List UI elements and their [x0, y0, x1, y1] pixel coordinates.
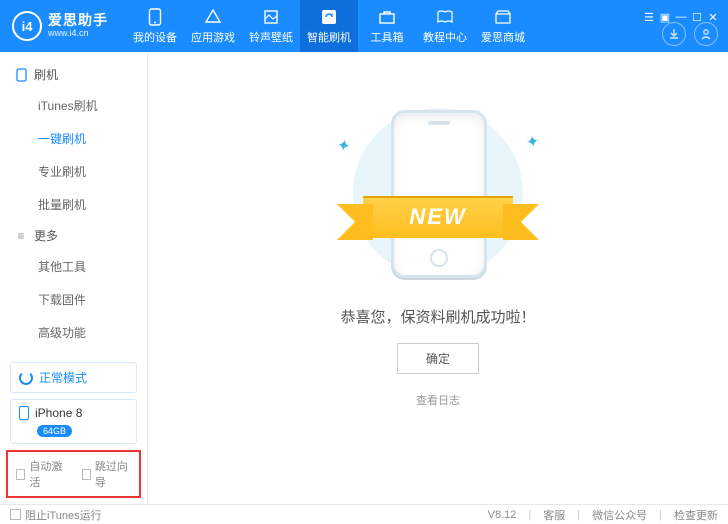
- book-icon: [435, 8, 455, 26]
- device-card[interactable]: iPhone 8 64GB: [10, 399, 137, 444]
- top-nav: 我的设备 应用游戏 铃声壁纸 智能刷机 工具箱 教程中心 爱思商城: [126, 0, 532, 52]
- sparkle-icon: ✦: [335, 135, 352, 157]
- wechat-link[interactable]: 微信公众号: [592, 507, 647, 523]
- sidebar-item-pro-flash[interactable]: 专业刷机: [0, 155, 147, 188]
- sidebar-group-more[interactable]: ≡ 更多: [0, 221, 147, 250]
- checkbox-icon: [16, 469, 25, 480]
- menu-icon[interactable]: ☰: [642, 11, 656, 23]
- device-name: iPhone 8: [35, 406, 82, 420]
- brand-text: 爱思助手 www.i4.cn: [48, 13, 108, 38]
- mode-label: 正常模式: [39, 369, 87, 386]
- nav-smart-flash[interactable]: 智能刷机: [300, 0, 358, 52]
- ribbon-text: NEW: [409, 204, 466, 230]
- view-log-link[interactable]: 查看日志: [416, 392, 460, 408]
- logo[interactable]: i4 爱思助手 www.i4.cn: [12, 11, 108, 41]
- sidebar-group-flash[interactable]: 刷机: [0, 60, 147, 89]
- toolbox-icon: [377, 8, 397, 26]
- nav-label: 铃声壁纸: [249, 29, 293, 45]
- check-update-link[interactable]: 检查更新: [674, 507, 718, 523]
- flash-icon: [319, 8, 339, 26]
- device-mode[interactable]: 正常模式: [10, 362, 137, 393]
- group-label: 更多: [34, 227, 58, 244]
- download-icon[interactable]: [662, 22, 686, 46]
- sidebar-item-itunes-flash[interactable]: iTunes刷机: [0, 89, 147, 122]
- sidebar-item-batch-flash[interactable]: 批量刷机: [0, 188, 147, 221]
- logo-icon: i4: [12, 11, 42, 41]
- nav-label: 爱思商城: [481, 29, 525, 45]
- options-highlight: 自动激活 跳过向导: [6, 450, 141, 498]
- success-message: 恭喜您，保资料刷机成功啦！: [340, 306, 535, 327]
- sidebar-item-other-tools[interactable]: 其他工具: [0, 250, 147, 283]
- main-panel: ✦ ✦ NEW 恭喜您，保资料刷机成功啦！ 确定 查看日志: [148, 52, 728, 504]
- nav-label: 工具箱: [371, 29, 404, 45]
- phone-illustration-icon: [391, 110, 487, 278]
- sidebar: 刷机 iTunes刷机 一键刷机 专业刷机 批量刷机 ≡ 更多 其他工具 下载固…: [0, 52, 148, 504]
- user-icon[interactable]: [694, 22, 718, 46]
- ok-button[interactable]: 确定: [397, 343, 479, 374]
- nav-label: 应用游戏: [191, 29, 235, 45]
- cb-label-text: 阻止iTunes运行: [25, 507, 102, 523]
- nav-label: 我的设备: [133, 29, 177, 45]
- device-icon: [14, 68, 28, 82]
- sparkle-icon: ✦: [524, 131, 541, 153]
- checkbox-skip-wizard[interactable]: 跳过向导: [82, 458, 132, 490]
- success-illustration: ✦ ✦ NEW: [323, 92, 553, 292]
- refresh-icon: [19, 371, 33, 385]
- nav-label: 教程中心: [423, 29, 467, 45]
- sidebar-item-download-fw[interactable]: 下载固件: [0, 283, 147, 316]
- new-ribbon: NEW: [323, 196, 553, 238]
- nav-toolbox[interactable]: 工具箱: [358, 0, 416, 52]
- storage-badge: 64GB: [37, 425, 72, 437]
- cb-label-text: 跳过向导: [95, 458, 131, 490]
- more-icon: ≡: [14, 229, 28, 243]
- sidebar-item-advanced[interactable]: 高级功能: [0, 316, 147, 349]
- nav-my-device[interactable]: 我的设备: [126, 0, 184, 52]
- app-header: i4 爱思助手 www.i4.cn 我的设备 应用游戏 铃声壁纸 智能刷机 工具…: [0, 0, 728, 52]
- cb-label-text: 自动激活: [29, 458, 65, 490]
- nav-ringtones[interactable]: 铃声壁纸: [242, 0, 300, 52]
- support-link[interactable]: 客服: [543, 507, 565, 523]
- checkbox-auto-activate[interactable]: 自动激活: [16, 458, 66, 490]
- phone-icon: [19, 406, 29, 420]
- phone-icon: [145, 8, 165, 26]
- wallpaper-icon: [261, 8, 281, 26]
- nav-store[interactable]: 爱思商城: [474, 0, 532, 52]
- checkbox-block-itunes[interactable]: 阻止iTunes运行: [10, 507, 102, 523]
- nav-label: 智能刷机: [307, 29, 351, 45]
- checkbox-icon: [82, 469, 91, 480]
- sidebar-item-onekey-flash[interactable]: 一键刷机: [0, 122, 147, 155]
- status-bar: 阻止iTunes运行 V8.12 | 客服 | 微信公众号 | 检查更新: [0, 504, 728, 524]
- checkbox-icon: [10, 509, 21, 520]
- store-icon: [493, 8, 513, 26]
- nav-apps[interactable]: 应用游戏: [184, 0, 242, 52]
- apps-icon: [203, 8, 223, 26]
- group-label: 刷机: [34, 66, 58, 83]
- version-label: V8.12: [488, 509, 517, 521]
- nav-tutorials[interactable]: 教程中心: [416, 0, 474, 52]
